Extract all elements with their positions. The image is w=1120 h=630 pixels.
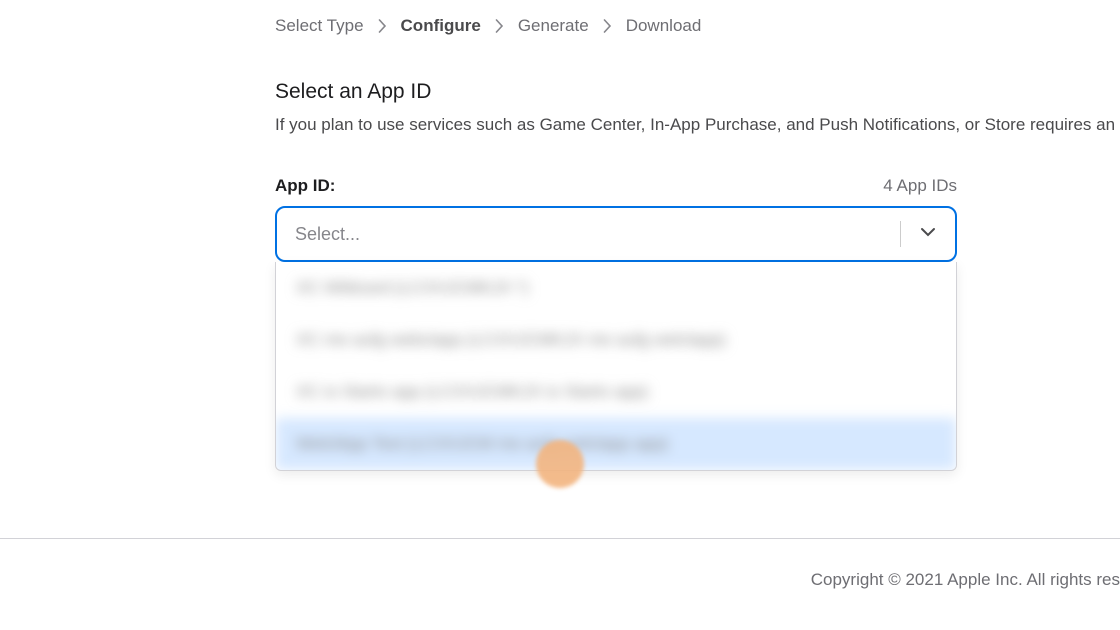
- divider: [900, 221, 901, 247]
- field-row: App ID: 4 App IDs: [275, 176, 957, 196]
- chevron-down-icon: [919, 223, 937, 246]
- app-id-label: App ID:: [275, 176, 335, 196]
- chevron-right-icon: [603, 19, 612, 33]
- dropdown-option[interactable]: XC io Starto app (LCXXJCMKJX io Starto a…: [276, 366, 956, 418]
- footer-separator: [0, 538, 1120, 539]
- breadcrumb-step-select-type[interactable]: Select Type: [275, 16, 364, 36]
- chevron-right-icon: [495, 19, 504, 33]
- select-placeholder: Select...: [295, 224, 360, 245]
- section-title: Select an App ID: [275, 80, 1120, 104]
- app-id-count: 4 App IDs: [883, 176, 957, 196]
- breadcrumb-step-download[interactable]: Download: [626, 16, 702, 36]
- dropdown-option[interactable]: XC Wildcard (LCXXJCMKJX *): [276, 262, 956, 314]
- breadcrumb-step-configure[interactable]: Configure: [401, 16, 481, 36]
- breadcrumb: Select Type Configure Generate Download: [275, 16, 1120, 36]
- breadcrumb-step-generate[interactable]: Generate: [518, 16, 589, 36]
- app-id-select[interactable]: Select...: [275, 206, 957, 262]
- dropdown-option[interactable]: XC me aufg webclapp (LCXXJCMKJX me aufg …: [276, 314, 956, 366]
- select-indicator: [900, 221, 937, 247]
- dropdown-option[interactable]: WelclApp Test (LCXXJCM me aufg welclapp …: [276, 418, 956, 470]
- app-id-dropdown: XC Wildcard (LCXXJCMKJX *) XC me aufg we…: [275, 262, 957, 471]
- footer-copyright: Copyright © 2021 Apple Inc. All rights r…: [811, 570, 1120, 590]
- chevron-right-icon: [378, 19, 387, 33]
- section-description: If you plan to use services such as Game…: [275, 112, 1120, 138]
